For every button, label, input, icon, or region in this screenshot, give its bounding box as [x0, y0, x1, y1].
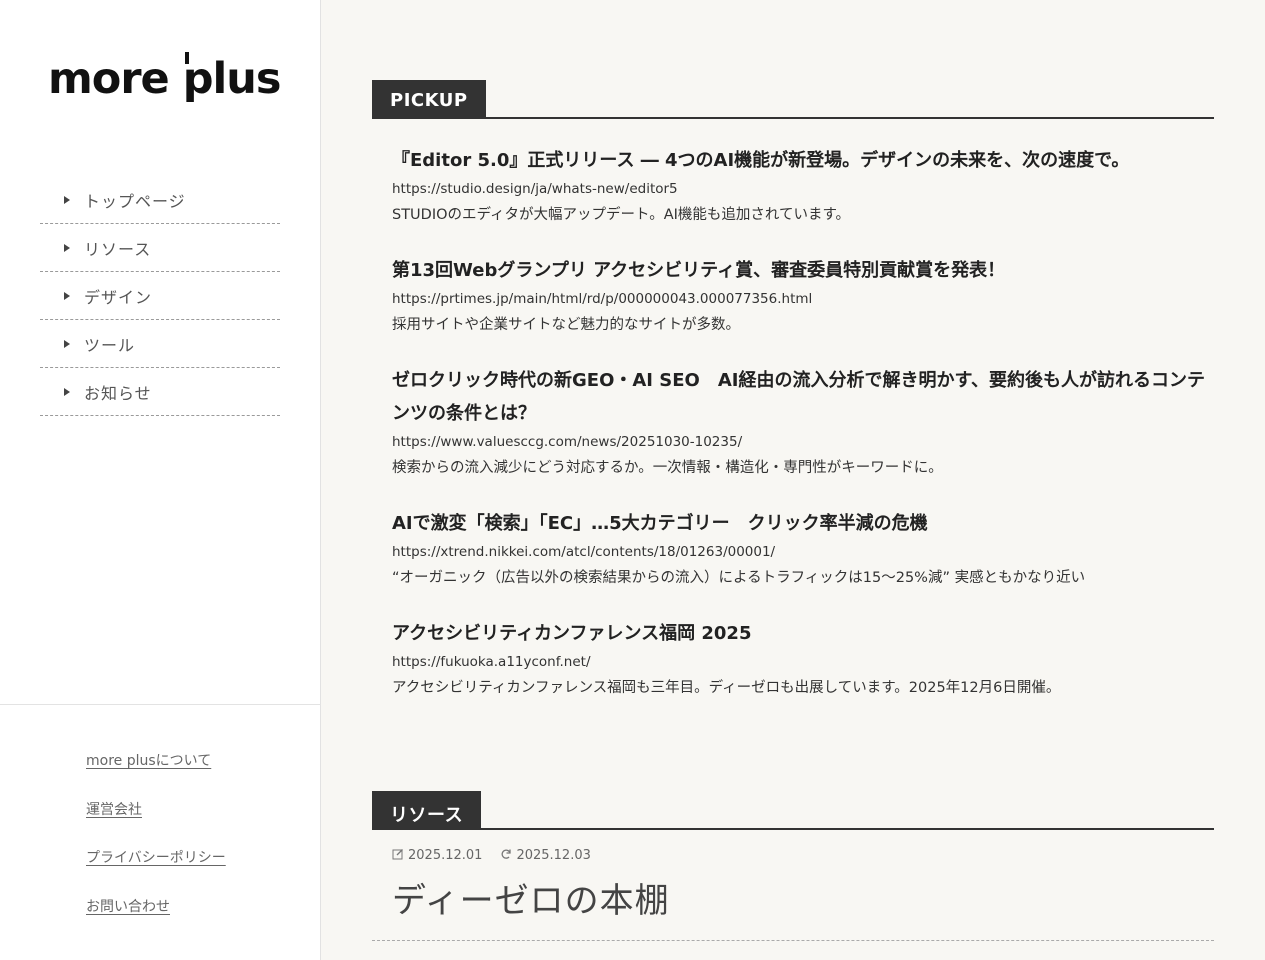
list-item: アクセシビリティカンファレンス福岡 2025 https://fukuoka.a… [392, 617, 1214, 701]
section-heading: リソース [372, 791, 1214, 830]
nav-item-label: リソース [84, 239, 152, 259]
nav-item-label: ツール [84, 335, 136, 355]
nav-item-label: お知らせ [84, 383, 152, 403]
list-item: ゼロクリック時代の新GEO・AI SEO AI経由の流入分析で解き明かす、要約後… [392, 364, 1214, 481]
sidebar-divider [0, 704, 321, 705]
nav-item-tools[interactable]: ツール [40, 320, 280, 368]
pickup-title[interactable]: 『Editor 5.0』正式リリース ― 4つのAI機能が新登場。デザインの未来… [392, 144, 1214, 177]
section-heading: PICKUP [372, 80, 1214, 119]
pickup-desc: “オーガニック（広告以外の検索結果からの流入）によるトラフィックは15～25%減… [392, 570, 1086, 586]
main-nav: トップページ リソース デザイン ツール お知らせ [40, 176, 280, 416]
pickup-url: https://www.valuesccg.com/news/20251030-… [392, 434, 743, 450]
pickup-list: 『Editor 5.0』正式リリース ― 4つのAI機能が新登場。デザインの未来… [372, 144, 1214, 701]
pickup-url: https://studio.design/ja/whats-new/edito… [392, 181, 678, 197]
pickup-desc: アクセシビリティカンファレンス福岡も三年目。ディーゼロも出展しています。2025… [392, 680, 1061, 696]
refresh-icon [501, 849, 512, 859]
footer-link-about[interactable]: more plusについて [86, 753, 211, 769]
logo-text-lus: lus [212, 54, 281, 104]
pickup-url: https://xtrend.nikkei.com/atcl/contents/… [392, 544, 776, 560]
list-item: 第13回Webグランプリ アクセシビリティ賞、審査委員特別貢献賞を発表！ htt… [392, 254, 1214, 338]
edit-icon [392, 849, 403, 860]
pickup-title[interactable]: AIで激変「検索」「EC」…5大カテゴリー クリック率半減の危機 [392, 507, 1214, 540]
triangle-right-icon [64, 243, 70, 252]
list-item: AIで激変「検索」「EC」…5大カテゴリー クリック率半減の危機 https:/… [392, 507, 1214, 591]
section-heading-label: PICKUP [372, 80, 486, 118]
footer-link-privacy[interactable]: プライバシーポリシー [86, 850, 226, 866]
pickup-url: https://prtimes.jp/main/html/rd/p/000000… [392, 291, 813, 307]
section-heading-label: リソース [372, 791, 482, 829]
logo-text-more: more [48, 54, 183, 104]
nav-item-label: トップページ [84, 191, 186, 211]
resources-section: リソース 2025.12.01 2025.12.03 ディーゼロの本棚 [372, 791, 1214, 941]
pickup-title[interactable]: アクセシビリティカンファレンス福岡 2025 [392, 617, 1214, 650]
updated-date-text: 2025.12.03 [516, 848, 591, 863]
logo-text-p: p [182, 52, 213, 104]
updated-date: 2025.12.03 [500, 848, 591, 863]
triangle-right-icon [64, 387, 70, 396]
nav-item-resources[interactable]: リソース [40, 224, 280, 272]
site-logo[interactable]: more plus [48, 52, 281, 104]
nav-item-news[interactable]: お知らせ [40, 368, 280, 416]
nav-item-top[interactable]: トップページ [40, 176, 280, 224]
pickup-section: PICKUP 『Editor 5.0』正式リリース ― 4つのAI機能が新登場。… [372, 80, 1214, 727]
nav-item-design[interactable]: デザイン [40, 272, 280, 320]
triangle-right-icon [64, 339, 70, 348]
article-title[interactable]: ディーゼロの本棚 [372, 873, 1214, 922]
pickup-desc: 採用サイトや企業サイトなど魅力的なサイトが多数。 [392, 317, 740, 333]
footer-link-contact[interactable]: お問い合わせ [86, 899, 170, 915]
article-dates: 2025.12.01 2025.12.03 [372, 848, 1214, 863]
sidebar: more plus トップページ リソース デザイン ツール お知らせ more… [0, 0, 321, 960]
nav-item-label: デザイン [84, 287, 153, 307]
published-date-text: 2025.12.01 [408, 848, 483, 863]
divider [372, 940, 1214, 941]
list-item: 『Editor 5.0』正式リリース ― 4つのAI機能が新登場。デザインの未来… [392, 144, 1214, 228]
triangle-right-icon [64, 195, 70, 204]
pickup-desc: STUDIOのエディタが大幅アップデート。AI機能も追加されています。 [392, 207, 851, 223]
pickup-title[interactable]: 第13回Webグランプリ アクセシビリティ賞、審査委員特別貢献賞を発表！ [392, 254, 1214, 287]
published-date: 2025.12.01 [392, 848, 482, 863]
pickup-title[interactable]: ゼロクリック時代の新GEO・AI SEO AI経由の流入分析で解き明かす、要約後… [392, 364, 1214, 430]
footer-link-company[interactable]: 運営会社 [86, 802, 142, 818]
triangle-right-icon [64, 291, 70, 300]
pickup-url: https://fukuoka.a11yconf.net/ [392, 654, 591, 670]
pickup-desc: 検索からの流入減少にどう対応するか。一次情報・構造化・専門性がキーワードに。 [392, 460, 943, 476]
footer-links: more plusについて 運営会社 プライバシーポリシー お問い合わせ [86, 750, 226, 944]
